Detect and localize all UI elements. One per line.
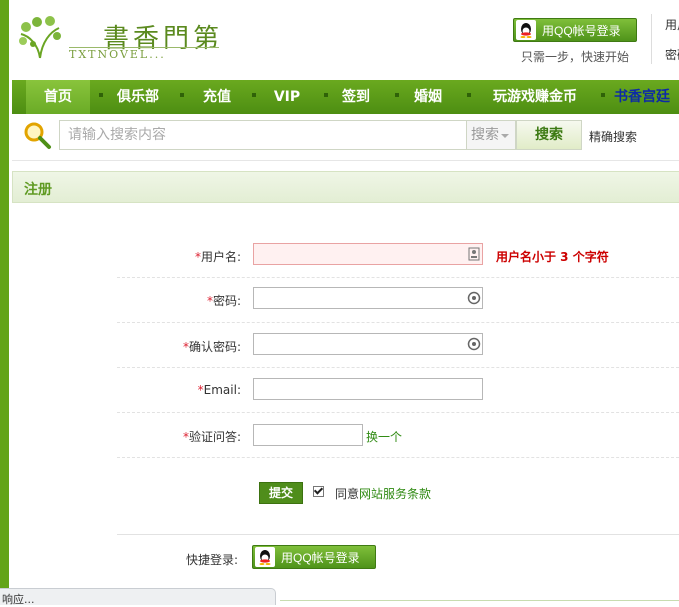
terms-link[interactable]: 网站服务条款 bbox=[359, 487, 431, 501]
left-accent-bar bbox=[0, 0, 9, 605]
id-card-icon bbox=[468, 247, 480, 261]
email-row: *Email: bbox=[117, 367, 679, 413]
captcha-label: *验证问答: bbox=[182, 430, 241, 444]
main-nav: 首页 俱乐部 充值 VIP 签到 婚姻 玩游戏赚金币 书香宫廷 bbox=[12, 80, 679, 114]
quick-login-divider bbox=[117, 534, 679, 535]
nav-item-vip[interactable]: VIP bbox=[262, 80, 312, 114]
nav-separator bbox=[180, 93, 184, 97]
search-button[interactable]: 搜索 bbox=[516, 120, 582, 150]
header-qq-login-button[interactable]: 用QQ帐号登录 bbox=[513, 18, 637, 42]
search-icon bbox=[24, 122, 51, 149]
password-input[interactable] bbox=[253, 287, 483, 309]
email-input[interactable] bbox=[253, 378, 483, 400]
password-toggle-icon[interactable] bbox=[467, 291, 481, 305]
qq-icon bbox=[255, 547, 275, 567]
captcha-row: *验证问答: 换一个 bbox=[117, 412, 679, 458]
username-error: 用户名小于 3 个字符 bbox=[496, 250, 609, 264]
header-password-label: 密码 bbox=[665, 48, 679, 62]
nav-item-palace[interactable]: 书香宫廷 bbox=[614, 80, 679, 114]
logo-subtitle: TXTNOVEL... bbox=[69, 48, 166, 61]
username-input[interactable] bbox=[253, 243, 483, 265]
quick-login-label: 快捷登录: bbox=[186, 553, 239, 567]
nav-item-checkin[interactable]: 签到 bbox=[332, 80, 380, 114]
nav-separator bbox=[601, 93, 605, 97]
search-scope-select[interactable]: 搜索 bbox=[466, 120, 516, 150]
captcha-refresh-link[interactable]: 换一个 bbox=[366, 428, 402, 445]
header-qq-hint: 只需一步，快速开始 bbox=[521, 50, 630, 64]
confirm-password-input[interactable] bbox=[253, 333, 483, 355]
logo-sprig-icon bbox=[19, 16, 61, 59]
nav-separator bbox=[252, 93, 256, 97]
register-panel-header: 注册 bbox=[12, 171, 679, 203]
panel-title: 注册 bbox=[24, 182, 52, 198]
nav-separator bbox=[324, 93, 328, 97]
nav-item-recharge[interactable]: 充值 bbox=[192, 80, 242, 114]
header-divider bbox=[651, 14, 652, 64]
nav-separator bbox=[99, 93, 103, 97]
nav-separator bbox=[467, 93, 471, 97]
password-label: *密码: bbox=[206, 294, 241, 308]
search-bar: 搜索 搜索 精确搜索 bbox=[12, 114, 679, 161]
nav-item-club[interactable]: 俱乐部 bbox=[108, 80, 168, 114]
quick-qq-login-label: 用QQ帐号登录 bbox=[281, 550, 360, 565]
nav-item-games[interactable]: 玩游戏赚金币 bbox=[480, 80, 590, 114]
site-header: 書香門第 TXTNOVEL... 用QQ帐号登录 只需一步，快速开始 用户名 密… bbox=[9, 0, 679, 80]
confirm-password-row: *确认密码: bbox=[117, 322, 679, 368]
quick-qq-login-button[interactable]: 用QQ帐号登录 bbox=[252, 545, 376, 569]
password-row: *密码: bbox=[117, 277, 679, 323]
browser-status-bar: 响应... bbox=[0, 588, 276, 606]
agree-terms-checkbox[interactable] bbox=[313, 486, 324, 497]
nav-separator bbox=[395, 93, 399, 97]
bottom-divider bbox=[280, 600, 679, 601]
site-logo[interactable]: 書香門第 TXTNOVEL... bbox=[17, 14, 227, 62]
agree-terms-text: 同意网站服务条款 bbox=[335, 487, 432, 501]
chevron-down-icon bbox=[501, 134, 509, 138]
header-username-label: 用户名 bbox=[665, 18, 679, 32]
qq-icon bbox=[516, 20, 536, 40]
confirm-password-label: *确认密码: bbox=[182, 340, 241, 354]
captcha-input[interactable] bbox=[253, 424, 363, 446]
exact-search-link[interactable]: 精确搜索 bbox=[589, 128, 637, 145]
nav-item-marriage[interactable]: 婚姻 bbox=[404, 80, 452, 114]
search-input[interactable] bbox=[59, 120, 466, 150]
password-toggle-icon[interactable] bbox=[467, 337, 481, 351]
username-label: *用户名: bbox=[194, 250, 241, 264]
header-qq-login-label: 用QQ帐号登录 bbox=[542, 23, 621, 38]
nav-item-home[interactable]: 首页 bbox=[26, 80, 90, 114]
submit-button[interactable]: 提交 bbox=[259, 482, 303, 504]
username-row: *用户名: 用户名小于 3 个字符 bbox=[117, 232, 679, 278]
search-scope-value: 搜索 bbox=[471, 127, 499, 143]
email-label: *Email: bbox=[197, 383, 241, 397]
